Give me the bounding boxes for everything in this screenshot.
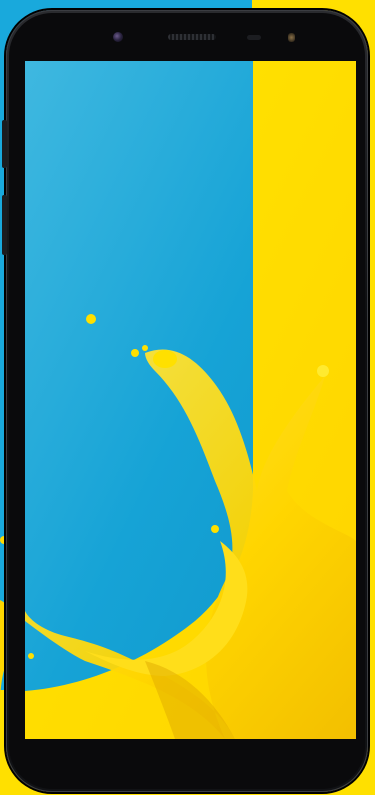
- paint-droplet: [28, 653, 34, 659]
- paint-droplet: [142, 345, 148, 351]
- paint-droplet: [211, 525, 219, 533]
- paint-droplet: [86, 314, 96, 324]
- earpiece-grille: [168, 34, 216, 40]
- paint-droplet: [131, 349, 139, 357]
- product-photo: [0, 0, 375, 795]
- phone-screen-wallpaper: [25, 61, 356, 739]
- proximity-sensor: [247, 35, 261, 40]
- volume-button: [2, 120, 7, 168]
- paint-blob: [153, 350, 177, 368]
- paint-droplet: [317, 365, 329, 377]
- front-camera-icon: [113, 32, 123, 42]
- bixby-button: [2, 195, 7, 255]
- wallpaper-art: [25, 61, 356, 739]
- front-flash-icon: [288, 33, 295, 42]
